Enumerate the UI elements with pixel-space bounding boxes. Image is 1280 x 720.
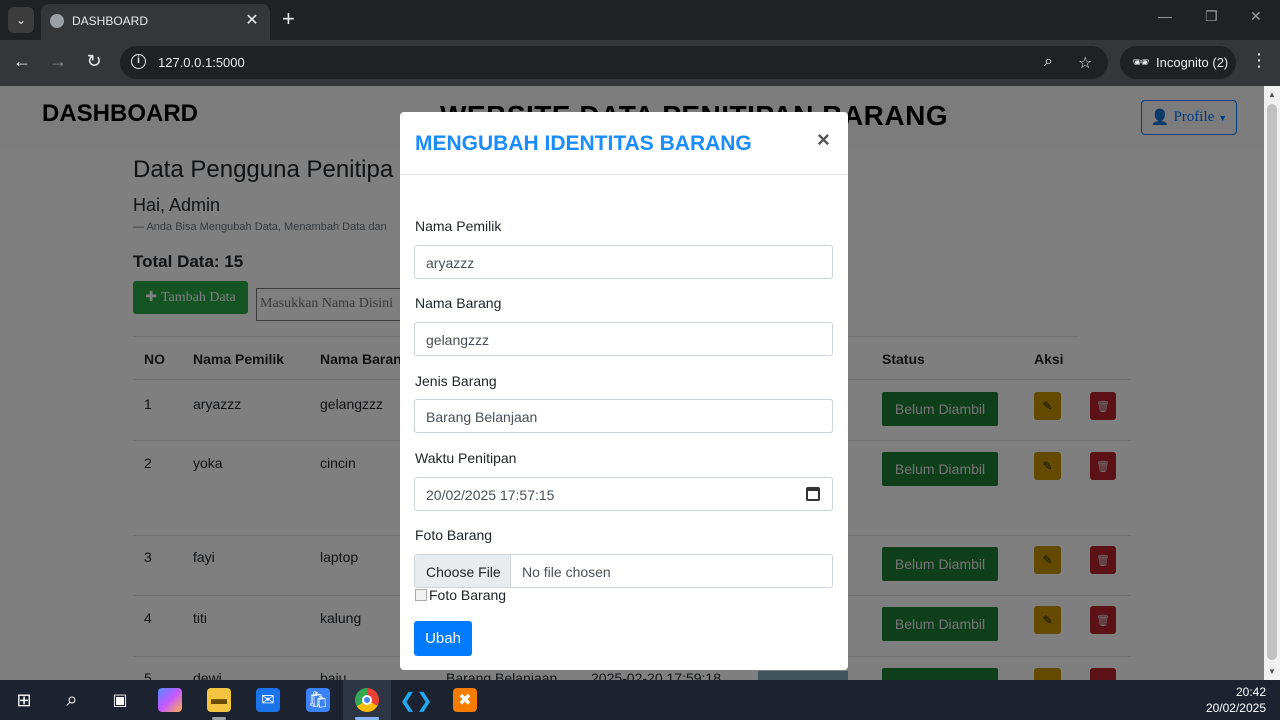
item-photo-preview: Foto Barang <box>415 587 506 603</box>
item-name-label: Nama Barang <box>415 295 502 311</box>
site-info-icon[interactable]: i <box>131 54 146 69</box>
item-name-field[interactable]: gelangzzz <box>414 322 833 356</box>
modal-close-icon[interactable]: × <box>817 127 830 153</box>
vscode-icon[interactable]: ❮❯ <box>399 688 433 712</box>
clock-time: 20:42 <box>1235 685 1266 699</box>
reload-icon[interactable]: ↻ <box>82 51 106 72</box>
browser-menu-icon[interactable]: ⋮ <box>1250 50 1268 71</box>
owner-name-value: aryazzz <box>426 255 475 271</box>
incognito-button[interactable]: 🕶 Incognito (2) <box>1120 46 1236 79</box>
submit-update-button[interactable]: Ubah <box>414 621 472 656</box>
modal-title: MENGUBAH IDENTITAS BARANG <box>415 132 752 155</box>
deposit-time-label: Waktu Penitipan <box>415 450 517 466</box>
forward-arrow-icon[interactable]: → <box>46 51 70 72</box>
new-tab-button[interactable]: + <box>282 6 295 32</box>
back-arrow-icon[interactable]: ← <box>10 51 34 72</box>
zoom-icon[interactable]: ⌕ <box>1044 53 1053 71</box>
bookmark-star-icon[interactable]: ☆ <box>1078 53 1092 73</box>
xampp-icon[interactable]: ✖ <box>453 688 477 712</box>
item-type-value: Barang Belanjaan <box>426 409 538 425</box>
browser-tab[interactable]: DASHBOARD ✕ <box>41 4 270 40</box>
item-photo-label: Foto Barang <box>415 527 493 543</box>
item-type-label: Jenis Barang <box>415 373 497 389</box>
browser-toolbar: ← → ↻ i 127.0.0.1:5000 ⌕ ☆ 🕶 Incognito (… <box>0 40 1280 86</box>
window-close-icon[interactable]: ✕ <box>1250 8 1262 25</box>
page-viewport: DASHBOARD WEBSITE DATA PENITIPAN BARANG … <box>0 86 1264 680</box>
search-icon[interactable]: ⌕ <box>60 688 84 712</box>
owner-name-field[interactable]: aryazzz <box>414 245 833 279</box>
globe-icon <box>50 14 64 28</box>
choose-file-label: Choose File <box>426 564 501 580</box>
address-bar[interactable]: i 127.0.0.1:5000 ⌕ ☆ <box>120 46 1108 79</box>
url-text[interactable]: 127.0.0.1:5000 <box>158 55 245 70</box>
windows-start-icon[interactable]: ⊞ <box>12 688 36 712</box>
scroll-down-arrow-icon[interactable]: ▼ <box>1268 667 1276 676</box>
chrome-icon[interactable] <box>355 688 379 712</box>
store-icon[interactable]: 🛍 <box>306 688 330 712</box>
owner-name-label: Nama Pemilik <box>415 218 502 234</box>
scroll-up-arrow-icon[interactable]: ▲ <box>1268 90 1276 99</box>
deposit-time-value: 20/02/2025 17:57:15 <box>426 487 555 503</box>
tab-title: DASHBOARD <box>72 14 149 28</box>
page-scrollbar[interactable]: ▲ ▼ <box>1264 86 1280 680</box>
task-view-icon[interactable]: ▣ <box>108 688 132 712</box>
browser-tab-bar: ⌄ DASHBOARD ✕ + — ❐ ✕ <box>0 0 1280 40</box>
item-photo-file-input[interactable]: Choose File No file chosen <box>414 554 833 588</box>
scrollbar-thumb[interactable] <box>1267 104 1277 660</box>
edit-item-modal: MENGUBAH IDENTITAS BARANG × Nama Pemilik… <box>400 112 848 670</box>
choose-file-button[interactable]: Choose File <box>415 555 511 587</box>
restore-icon[interactable]: ❐ <box>1205 8 1218 25</box>
calendar-icon[interactable] <box>806 487 820 501</box>
copilot-icon[interactable] <box>158 688 182 712</box>
tab-search-menu-button[interactable]: ⌄ <box>8 7 34 33</box>
item-type-field[interactable]: Barang Belanjaan <box>414 399 833 433</box>
deposit-time-field[interactable]: 20/02/2025 17:57:15 <box>414 477 833 511</box>
broken-image-icon <box>415 589 427 601</box>
system-clock[interactable]: 20:42 20/02/2025 <box>1206 684 1266 716</box>
photo-alt-text: Foto Barang <box>429 587 507 603</box>
clock-date: 20/02/2025 <box>1205 701 1266 715</box>
item-name-value: gelangzzz <box>426 332 490 348</box>
incognito-icon: 🕶 <box>1132 54 1150 70</box>
file-explorer-icon[interactable]: ▬ <box>207 688 231 712</box>
tab-close-icon[interactable]: ✕ <box>242 10 262 30</box>
mail-icon[interactable]: ✉ <box>256 688 280 712</box>
windows-taskbar: ⊞ ⌕ ▣ ▬ ✉ 🛍 ❮❯ ✖ 20:42 20/02/2025 <box>0 680 1280 720</box>
minimize-icon[interactable]: — <box>1158 8 1172 24</box>
incognito-label: Incognito (2) <box>1156 55 1229 70</box>
file-status-text: No file chosen <box>522 564 611 580</box>
modal-header: MENGUBAH IDENTITAS BARANG × <box>400 112 848 175</box>
